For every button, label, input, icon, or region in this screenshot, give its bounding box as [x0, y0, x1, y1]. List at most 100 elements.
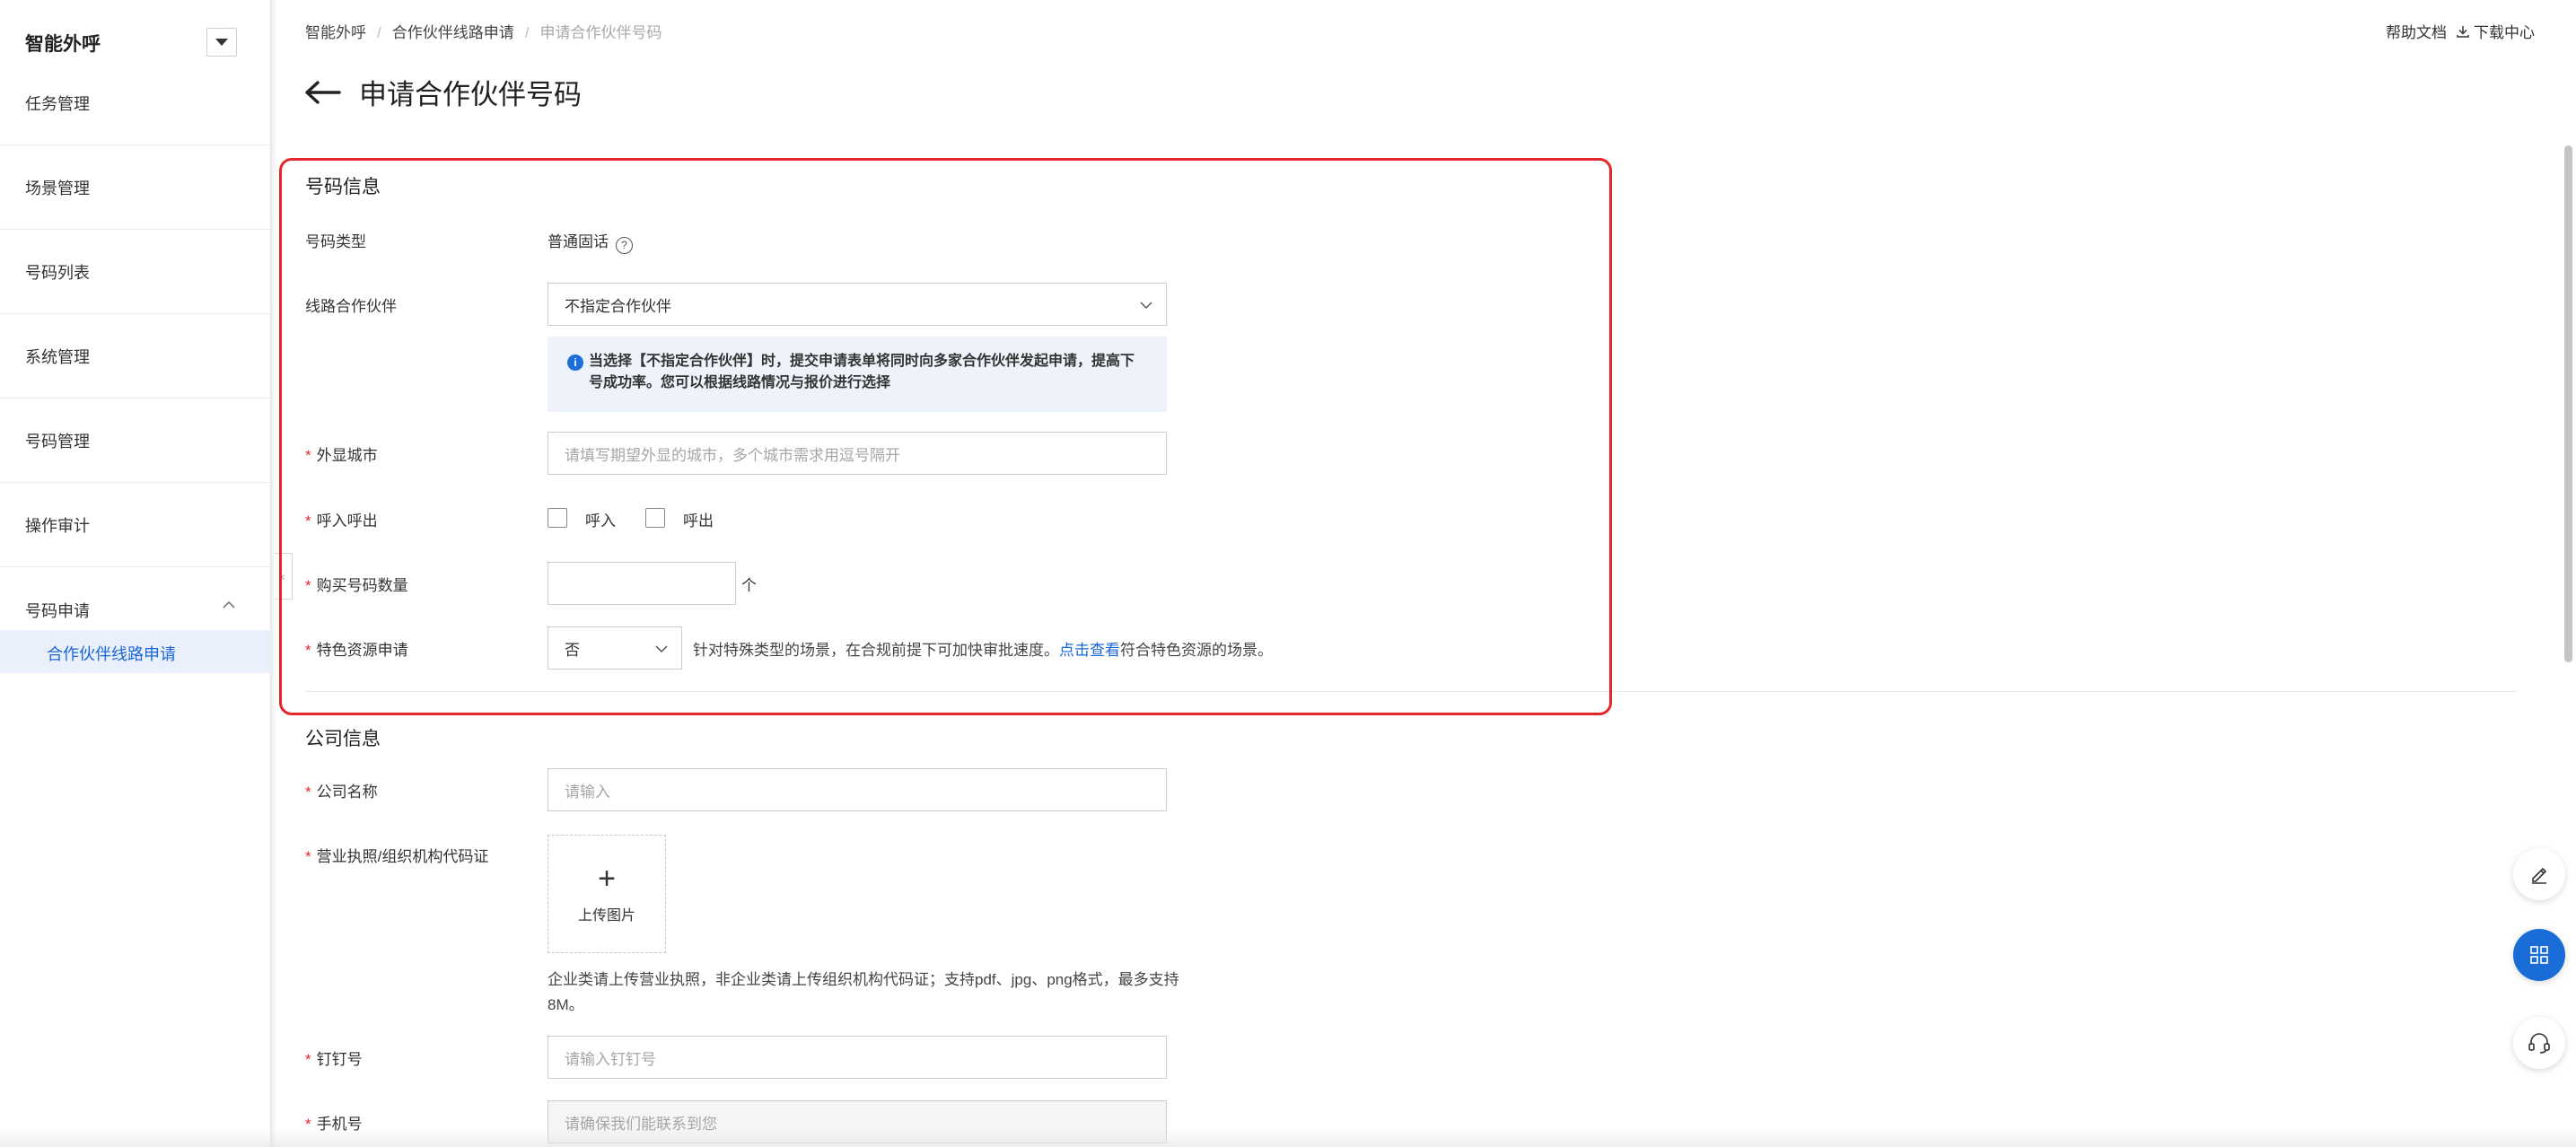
phone-label: * 手机号 [305, 1111, 363, 1134]
customer-service-float-button[interactable] [2513, 1017, 2565, 1069]
direction-label: * 呼入呼出 [305, 508, 378, 530]
quantity-label: * 购买号码数量 [305, 573, 408, 595]
number-type-value: 普通固话 [548, 233, 609, 250]
sidebar-item-label: 系统管理 [25, 348, 90, 366]
sidebar-item-label: 任务管理 [25, 95, 90, 113]
direction-label-text: 呼入呼出 [316, 512, 378, 530]
sidebar-item-label: 场景管理 [25, 179, 90, 197]
download-center-label: 下载中心 [2474, 24, 2535, 41]
city-input-placeholder: 请填写期望外显的城市，多个城市需求用逗号隔开 [565, 446, 900, 464]
partner-label: 线路合作伙伴 [305, 298, 397, 315]
special-resource-hint: 针对特殊类型的场景，在合规前提下可加快审批速度。点击查看符合特色资源的场景。 [693, 637, 1273, 660]
sidebar-item-partner-line-application[interactable]: 合作伙伴线路申请 [0, 630, 271, 673]
partner-select[interactable]: 不指定合作伙伴 [548, 283, 1167, 326]
required-mark: * [305, 1051, 311, 1068]
info-icon: i [567, 355, 583, 371]
scrollbar-thumb[interactable] [2564, 145, 2572, 662]
grid-icon [2530, 946, 2548, 964]
sidebar-item-task-management[interactable]: 任务管理 [0, 61, 271, 145]
edit-float-button[interactable] [2513, 848, 2565, 900]
sidebar-item-number-list[interactable]: 号码列表 [0, 230, 271, 314]
special-hint-text-end: 符合特色资源的场景。 [1120, 642, 1273, 659]
app-grid-float-button[interactable] [2513, 929, 2565, 981]
required-mark: * [305, 512, 311, 530]
phone-input[interactable]: 请确保我们能联系到您 [548, 1100, 1167, 1143]
dingtalk-placeholder: 请输入钉钉号 [565, 1050, 656, 1068]
required-mark: * [305, 642, 311, 659]
sidebar-item-label: 操作审计 [25, 517, 90, 535]
dingtalk-label-text: 钉钉号 [316, 1051, 363, 1068]
sidebar-group-number-application[interactable]: 号码申请 [25, 599, 90, 622]
bottom-fade [0, 1129, 2576, 1147]
quantity-input[interactable] [548, 562, 736, 605]
special-resource-select-value: 否 [565, 641, 580, 659]
breadcrumb: 智能外呼 / 合作伙伴线路申请 / 申请合作伙伴号码 [305, 20, 662, 42]
upload-image-label: 上传图片 [577, 908, 635, 924]
required-mark: * [305, 784, 311, 801]
edit-icon [2532, 868, 2546, 884]
partner-select-value: 不指定合作伙伴 [565, 297, 671, 315]
chevron-down-icon [655, 645, 668, 653]
collapse-icon[interactable]: ‹ [275, 553, 293, 600]
sidebar-item-scene-management[interactable]: 场景管理 [0, 145, 271, 230]
page-title: 申请合作伙伴号码 [359, 79, 582, 110]
sidebar-item-label: 号码管理 [25, 433, 90, 451]
page-title-row: 申请合作伙伴号码 [303, 72, 582, 112]
quantity-label-text: 购买号码数量 [316, 577, 408, 594]
sidebar-item-label: 合作伙伴线路申请 [47, 645, 176, 663]
breadcrumb-item[interactable]: 智能外呼 [305, 24, 366, 41]
company-name-label-text: 公司名称 [316, 784, 378, 801]
chevron-down-icon [215, 39, 228, 46]
special-hint-text: 针对特殊类型的场景，在合规前提下可加快审批速度。 [693, 642, 1059, 659]
plus-icon: + [598, 862, 616, 896]
inbound-label[interactable]: 呼入 [585, 508, 616, 530]
company-name-input[interactable]: 请输入 [548, 768, 1167, 811]
app-switch-dropdown[interactable] [206, 28, 237, 57]
license-label-text: 营业执照/组织机构代码证 [316, 848, 489, 865]
chevron-down-icon [1140, 302, 1152, 310]
help-doc-link[interactable]: 帮助文档 [2386, 20, 2447, 42]
upload-hint: 企业类请上传营业执照，非企业类请上传组织机构代码证；支持pdf、jpg、png格… [548, 971, 1179, 1013]
quantity-unit: 个 [741, 577, 757, 594]
special-resource-label: * 特色资源申请 [305, 637, 408, 660]
section-divider [305, 691, 2517, 692]
required-mark: * [305, 848, 311, 865]
top-links: 帮助文档 下载中心 [2386, 20, 2535, 42]
phone-label-text: 手机号 [316, 1116, 363, 1133]
dingtalk-input[interactable]: 请输入钉钉号 [548, 1036, 1167, 1079]
section-title-number-info: 号码信息 [305, 177, 381, 197]
sidebar-item-label: 号码列表 [25, 264, 90, 282]
phone-placeholder: 请确保我们能联系到您 [565, 1115, 717, 1133]
back-arrow-icon[interactable] [303, 80, 341, 105]
number-type-value-row: 普通固话? [548, 229, 633, 254]
chevron-up-icon[interactable] [223, 599, 235, 611]
partner-notice: i 当选择【不指定合作伙伴】时，提交申请表单将同时向多家合作伙伴发起申请，提高下… [548, 337, 1167, 412]
section-title-company-info: 公司信息 [305, 729, 381, 749]
download-center-link[interactable]: 下载中心 [2456, 20, 2535, 42]
number-type-label: 号码类型 [305, 233, 366, 250]
breadcrumb-item[interactable]: 合作伙伴线路申请 [392, 24, 514, 41]
upload-image-button[interactable]: + 上传图片 [548, 835, 666, 953]
city-input[interactable]: 请填写期望外显的城市，多个城市需求用逗号隔开 [548, 432, 1167, 475]
breadcrumb-separator: / [524, 24, 530, 41]
download-icon [2457, 25, 2469, 38]
required-mark: * [305, 1116, 311, 1133]
sidebar-item-operation-audit[interactable]: 操作审计 [0, 483, 271, 567]
license-label: * 营业执照/组织机构代码证 [305, 844, 488, 866]
sidebar-item-system-management[interactable]: 系统管理 [0, 314, 271, 398]
headset-icon [2528, 1033, 2550, 1054]
company-name-label: * 公司名称 [305, 779, 378, 801]
company-name-placeholder: 请输入 [565, 783, 610, 801]
inbound-checkbox[interactable] [548, 508, 567, 528]
special-resource-select[interactable]: 否 [548, 626, 682, 670]
outbound-label[interactable]: 呼出 [683, 508, 714, 530]
breadcrumb-separator: / [377, 24, 381, 41]
required-mark: * [305, 447, 311, 464]
help-icon[interactable]: ? [616, 236, 633, 254]
city-label: * 外显城市 [305, 442, 378, 465]
dingtalk-label: * 钉钉号 [305, 1046, 363, 1069]
partner-notice-text: 当选择【不指定合作伙伴】时，提交申请表单将同时向多家合作伙伴发起申请，提高下号成… [589, 354, 1135, 390]
sidebar-item-number-management[interactable]: 号码管理 [0, 398, 271, 483]
outbound-checkbox[interactable] [645, 508, 665, 528]
view-scenarios-link[interactable]: 点击查看 [1059, 642, 1120, 659]
